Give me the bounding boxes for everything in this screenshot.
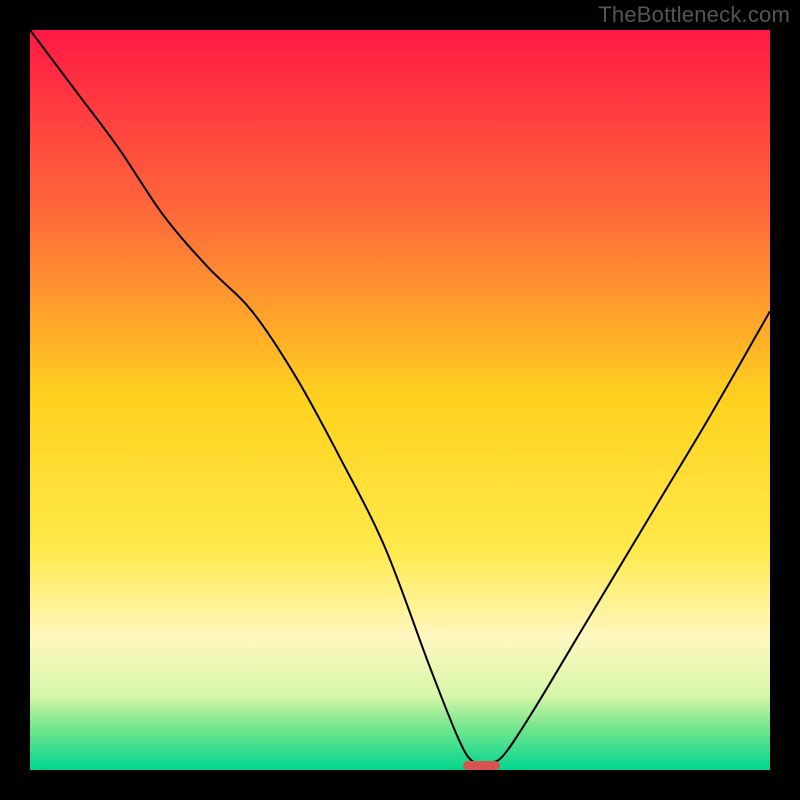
chart-frame: TheBottleneck.com xyxy=(0,0,800,800)
bottleneck-curve xyxy=(30,30,770,770)
optimal-point-marker xyxy=(463,761,500,770)
plot-area xyxy=(30,30,770,770)
watermark-text: TheBottleneck.com xyxy=(598,2,790,28)
